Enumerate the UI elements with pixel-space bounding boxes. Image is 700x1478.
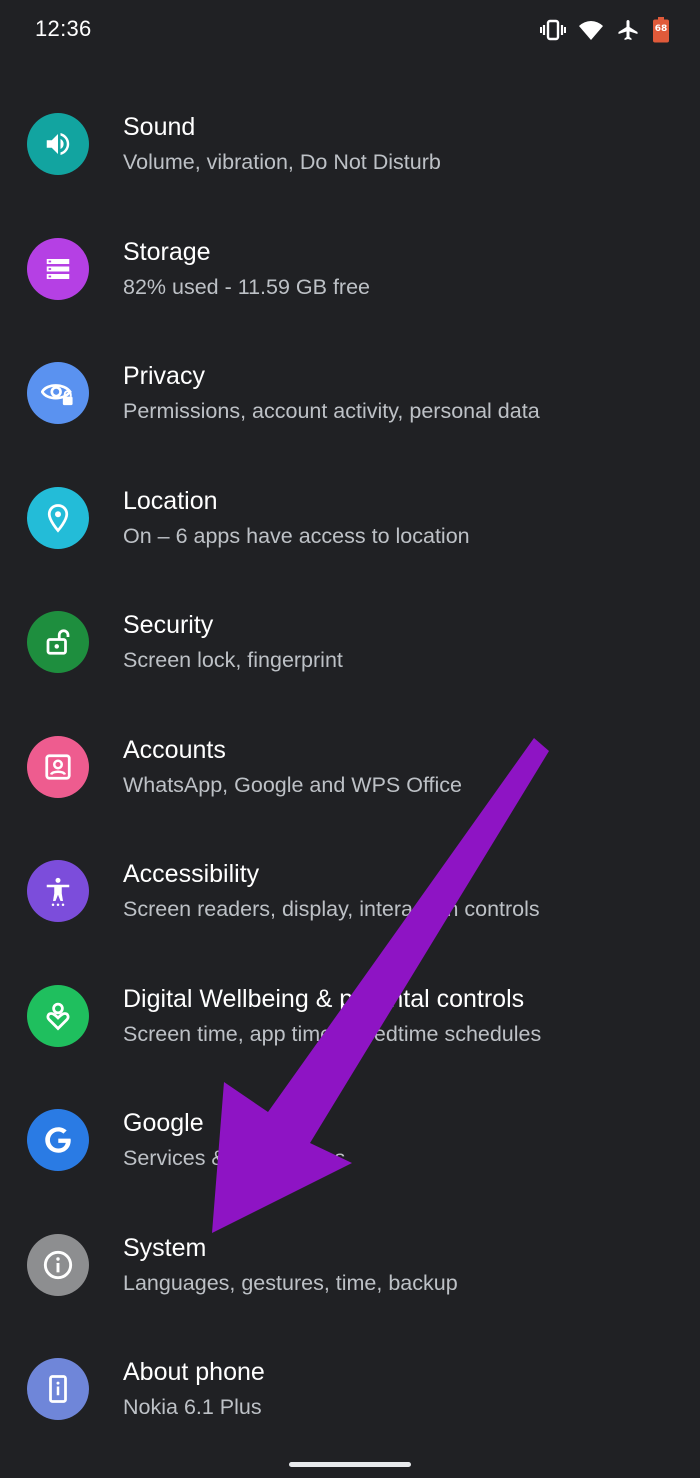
unlocked-padlock-icon	[27, 611, 89, 673]
setting-subtitle: Screen lock, fingerprint	[123, 648, 343, 672]
setting-subtitle: Services & preferences	[123, 1146, 346, 1170]
setting-title: Accounts	[123, 735, 226, 764]
setting-subtitle: Volume, vibration, Do Not Disturb	[123, 150, 441, 174]
account-box-icon	[27, 735, 89, 798]
setting-title: Security	[123, 611, 214, 639]
status-time: 12:36	[35, 16, 92, 41]
setting-title: Storage	[123, 237, 211, 266]
setting-subtitle: Languages, gestures, time, backup	[123, 1270, 458, 1295]
setting-subtitle: On – 6 apps have access to location	[123, 523, 470, 548]
setting-title: Digital Wellbeing & parental controls	[123, 984, 525, 1013]
setting-title: System	[123, 1233, 207, 1262]
status-icons: 68	[540, 16, 670, 44]
airplane-icon	[616, 18, 640, 42]
status-bar: 12:36 68	[0, 0, 700, 60]
setting-title: About phone	[123, 1358, 265, 1386]
settings-list: Sound Volume, vibration, Do Not Disturb …	[0, 82, 700, 1452]
setting-item-security[interactable]: Security Screen lock, fingerprint	[0, 580, 700, 705]
setting-title: Google	[123, 1109, 204, 1137]
setting-title: Accessibility	[123, 860, 260, 888]
gesture-nav-handle[interactable]	[289, 1462, 411, 1467]
setting-item-location[interactable]: Location On – 6 apps have access to loca…	[0, 456, 700, 581]
volume-icon	[27, 113, 89, 175]
setting-item-accessibility[interactable]: Accessibility Screen readers, display, i…	[0, 829, 700, 954]
setting-item-digital-wellbeing[interactable]: Digital Wellbeing & parental controls Sc…	[0, 954, 700, 1079]
phone-info-icon	[27, 1358, 89, 1420]
location-pin-icon	[27, 486, 89, 549]
setting-item-about-phone[interactable]: About phone Nokia 6.1 Plus	[0, 1327, 700, 1452]
setting-item-privacy[interactable]: Privacy Permissions, account activity, p…	[0, 331, 700, 456]
setting-subtitle: 82% used - 11.59 GB free	[123, 274, 370, 299]
google-g-icon	[27, 1109, 89, 1171]
vibrate-icon	[540, 19, 566, 41]
accessibility-person-icon	[27, 860, 89, 922]
setting-subtitle: WhatsApp, Google and WPS Office	[123, 772, 462, 797]
info-icon	[27, 1233, 89, 1296]
setting-subtitle: Nokia 6.1 Plus	[123, 1395, 262, 1419]
storage-icon	[27, 237, 89, 300]
wellbeing-heart-icon	[27, 984, 89, 1047]
setting-title: Sound	[123, 113, 196, 141]
wifi-icon	[578, 19, 604, 41]
setting-item-system[interactable]: System Languages, gestures, time, backup	[0, 1203, 700, 1328]
setting-item-storage[interactable]: Storage 82% used - 11.59 GB free	[0, 207, 700, 332]
setting-title: Location	[123, 486, 218, 515]
setting-title: Privacy	[123, 362, 205, 390]
setting-subtitle: Screen time, app timers, bedtime schedul…	[123, 1021, 542, 1046]
setting-item-accounts[interactable]: Accounts WhatsApp, Google and WPS Office	[0, 705, 700, 830]
setting-subtitle: Permissions, account activity, personal …	[123, 399, 540, 423]
setting-subtitle: Screen readers, display, interaction con…	[123, 897, 540, 921]
setting-item-sound[interactable]: Sound Volume, vibration, Do Not Disturb	[0, 82, 700, 207]
battery-icon: 68	[652, 17, 670, 43]
setting-item-google[interactable]: Google Services & preferences	[0, 1078, 700, 1203]
privacy-eye-icon	[27, 362, 89, 424]
battery-level: 68	[654, 24, 668, 34]
